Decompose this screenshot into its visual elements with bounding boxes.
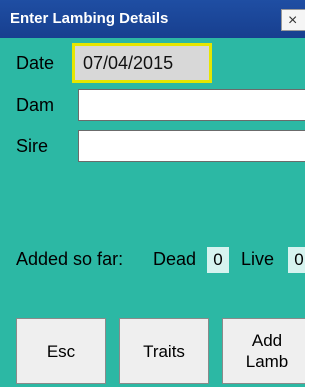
add-lamb-line1: Add [251, 331, 283, 350]
lambing-window: Enter Lambing Details × Date 07/04/2015 … [0, 0, 305, 387]
date-label: Date [16, 53, 55, 73]
window-title: Enter Lambing Details [10, 10, 169, 27]
esc-button[interactable]: Esc [16, 318, 106, 384]
close-button[interactable]: × [281, 9, 305, 31]
traits-button-label: Traits [143, 341, 185, 361]
title-bar: Enter Lambing Details × [0, 0, 305, 38]
dam-label: Dam [16, 95, 55, 115]
date-field[interactable]: 07/04/2015 [72, 43, 212, 83]
dead-count: 0 [207, 247, 229, 273]
added-so-far-label: Added so far: [16, 249, 124, 269]
add-lamb-button[interactable]: Add Lamb [222, 318, 305, 384]
add-lamb-line2: Lamb [245, 352, 289, 371]
live-count: 0 [288, 247, 305, 273]
traits-button[interactable]: Traits [119, 318, 209, 384]
add-lamb-button-label: Add Lamb [246, 330, 289, 372]
dam-input[interactable] [78, 89, 305, 121]
esc-button-label: Esc [46, 341, 76, 361]
close-icon: × [288, 12, 298, 29]
sire-label: Sire [16, 136, 49, 156]
sire-input[interactable] [78, 130, 305, 162]
live-label: Live [241, 249, 275, 269]
dead-label: Dead [153, 249, 197, 269]
